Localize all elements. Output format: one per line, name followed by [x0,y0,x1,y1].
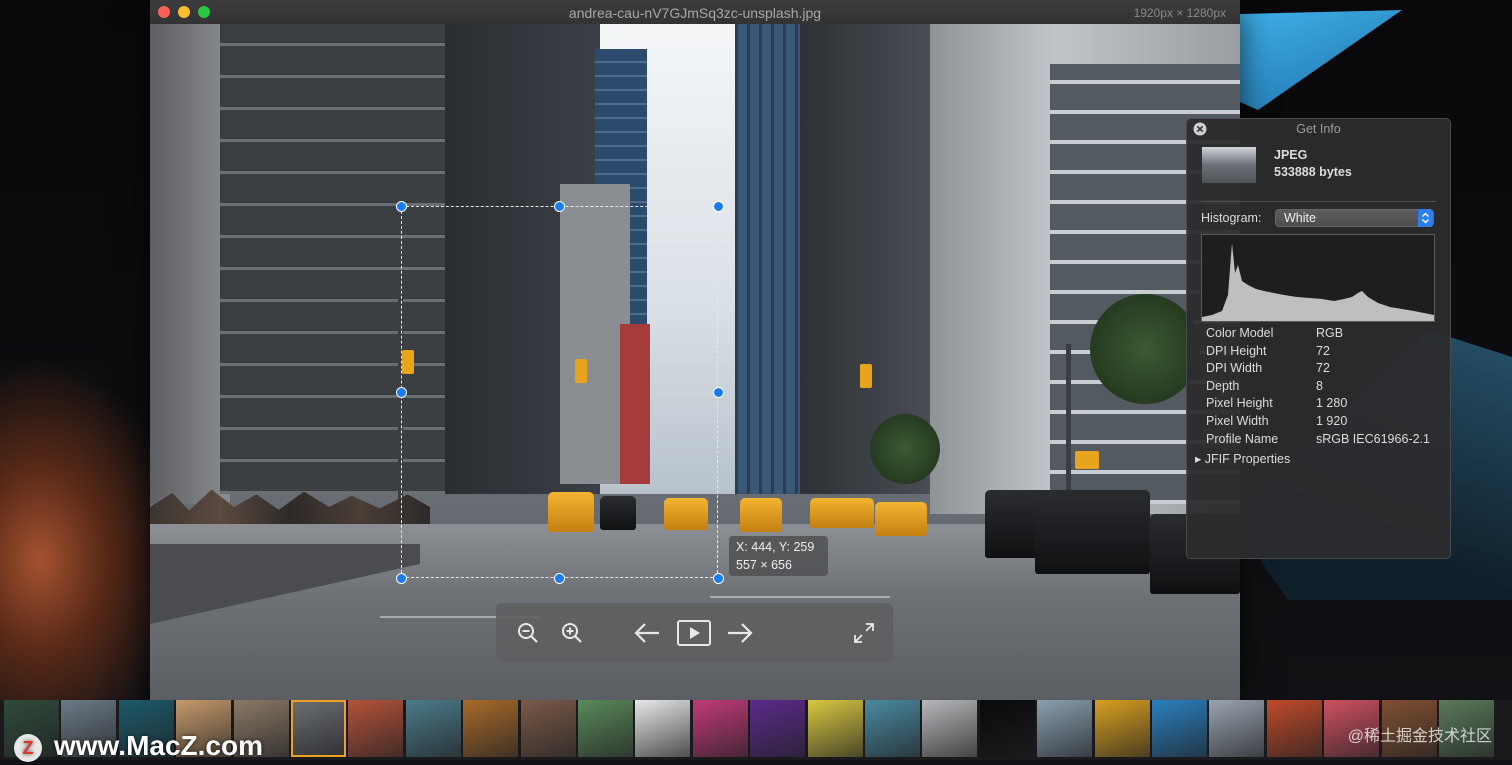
filmstrip-thumbnail[interactable] [1266,700,1322,757]
property-row: Profile Name sRGB IEC61966-2.1 [1206,432,1446,450]
property-value: 1 920 [1316,413,1348,428]
building [150,24,230,504]
taxi [740,498,782,532]
divider [1201,201,1436,202]
jfif-properties-disclosure[interactable]: ▸ JFIF Properties [1195,451,1290,466]
filmstrip-thumbnail[interactable] [1209,700,1265,757]
filmstrip-thumbnail[interactable] [1094,700,1150,757]
selection-handle-middle-right[interactable] [712,386,724,398]
property-row: Pixel Height 1 280 [1206,396,1446,414]
histogram [1201,234,1435,322]
property-key: Pixel Width [1206,413,1269,428]
selection-handle-bottom-left[interactable] [395,572,407,584]
filmstrip-thumbnail[interactable] [578,700,633,757]
building [735,24,805,494]
property-value: RGB [1316,326,1344,340]
histogram-curve [1202,243,1434,321]
watermark-text-right: @稀土掘金技术社区 [1347,728,1492,745]
traffic-light [1075,451,1099,469]
filmstrip-thumbnail[interactable] [922,700,978,757]
title-bar[interactable]: andrea-cau-nV7GJmSq3zc-unsplash.jpg 1920… [150,0,1240,25]
filmstrip-thumbnail[interactable] [692,700,748,757]
image-thumbnail [1202,147,1256,183]
traffic-light [860,364,872,388]
selection-info-tooltip: X: 444, Y: 259 557 × 656 [729,536,828,576]
tree [1090,294,1200,404]
panel-title: Get Info [1296,122,1341,136]
get-info-panel: Get Info JPEG 533888 bytes Histogram: Wh… [1186,118,1451,559]
selection-handle-middle-left[interactable] [395,386,407,398]
jfif-label: JFIF Properties [1204,452,1291,466]
selection-handle-top-right[interactable] [712,200,724,212]
suv [1035,490,1150,574]
selection-handle-bottom-right[interactable] [712,572,724,584]
filmstrip-thumbnail[interactable] [979,700,1035,757]
watermark-text: www.MacZ.com [54,730,264,761]
property-key: Pixel Height [1206,396,1273,411]
filmstrip-thumbnail[interactable] [405,700,461,757]
property-key: Depth [1206,378,1240,393]
filmstrip-thumbnail[interactable] [463,700,519,757]
lane-marking [710,596,890,598]
selection-coordinates: X: 444, Y: 259 [736,540,815,554]
file-format: JPEG [1274,148,1308,162]
property-value: 72 [1316,361,1330,376]
property-key: DPI Width [1206,361,1263,376]
filmstrip-thumbnail[interactable] [807,700,863,757]
window-title: andrea-cau-nV7GJmSq3zc-unsplash.jpg [568,5,822,21]
zoom-in-icon[interactable] [558,619,586,647]
property-value: 72 [1316,343,1330,358]
filmstrip-thumbnail[interactable] [865,700,920,757]
histogram-channel-select[interactable]: White [1275,209,1434,227]
property-row: Pixel Width 1 920 [1206,414,1446,432]
property-row: DPI Width 72 [1206,361,1446,379]
filmstrip-thumbnail[interactable] [635,700,691,757]
zoom-out-icon[interactable] [514,619,542,647]
file-summary: JPEG 533888 bytes [1274,147,1352,181]
play-icon[interactable] [676,619,712,647]
properties-list: Color Model RGB DPI Height 72 DPI Width 72 … [1206,326,1446,449]
property-value: 1 280 [1316,396,1348,411]
property-key: Profile Name [1206,431,1279,446]
property-key: Color Model [1206,326,1274,340]
selection-handle-top-center[interactable] [553,200,565,212]
histogram-label: Histogram: [1201,211,1262,225]
property-row: Color Model RGB [1206,326,1446,344]
watermark: Zwww.MacZ.com [14,730,263,762]
arrow-right-icon[interactable] [726,619,754,647]
fullscreen-icon[interactable] [850,619,878,647]
watermark-logo-badge: Z [14,733,42,762]
viewer-toolbar [496,603,893,663]
property-row: DPI Height 72 [1206,344,1446,362]
histogram-channel-value: White [1284,211,1316,225]
image-viewer-window: andrea-cau-nV7GJmSq3zc-unsplash.jpg 1920… [150,0,1240,700]
property-value: sRGB IEC61966-2.1 [1316,431,1430,446]
disclosure-triangle-icon: ▸ [1195,452,1202,466]
street-pole [1066,344,1071,514]
selection-rectangle[interactable] [401,206,718,578]
selection-handle-top-left[interactable] [395,200,407,212]
property-value: 8 [1316,378,1323,393]
image-dimensions: 1920px × 1280px [1133,6,1226,20]
filmstrip-thumbnail[interactable] [520,700,576,757]
taxi [810,498,874,528]
property-row: Depth 8 [1206,379,1446,397]
selection-handle-bottom-center[interactable] [553,572,565,584]
filmstrip-thumbnail[interactable] [1152,700,1207,757]
filmstrip-thumbnail[interactable] [1037,700,1093,757]
selection-size: 557 × 656 [736,558,792,572]
filmstrip-thumbnail[interactable] [348,700,404,757]
property-key: DPI Height [1206,343,1267,358]
arrow-left-icon[interactable] [633,619,661,647]
taxi [875,502,927,536]
tree [870,414,940,484]
file-size: 533888 bytes [1274,165,1352,179]
filmstrip-thumbnail-selected[interactable] [291,700,346,757]
chevron-up-down-icon [1418,209,1433,227]
filmstrip-thumbnail[interactable] [750,700,806,757]
